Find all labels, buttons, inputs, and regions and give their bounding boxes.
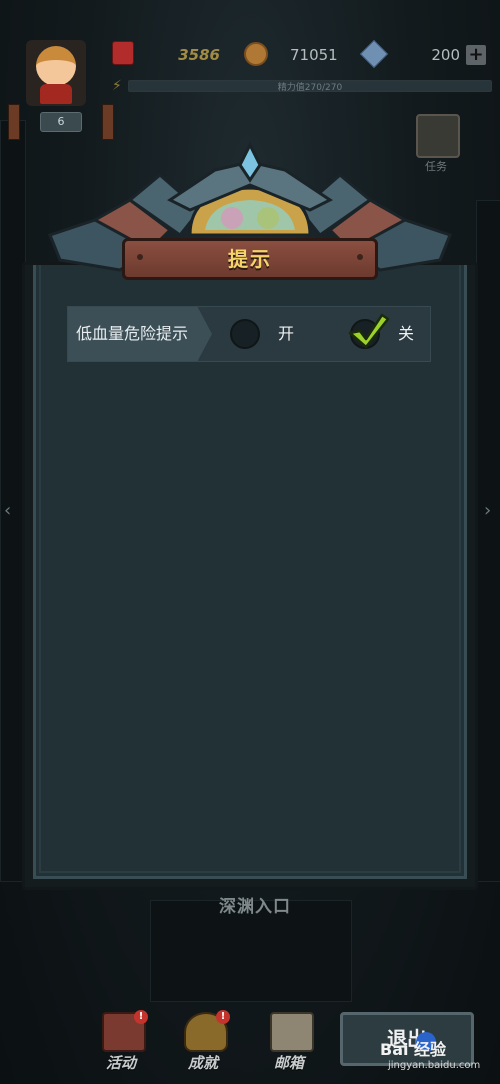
dialog-title: 提示 [228,247,272,271]
right-wall [476,200,500,882]
left-chevron-icon[interactable]: ‹ [4,500,11,521]
setting-label-plate: 低血量危险提示 [68,307,212,361]
avatar-head [36,46,76,86]
watermark-url: jingyan.baidu.com [388,1060,481,1071]
add-gems-button[interactable]: + [466,45,486,65]
option-off-label[interactable]: 关 [398,307,414,361]
player-level: 6 [40,112,82,132]
setting-label: 低血量危险提示 [76,324,189,343]
nav-label: 活动 [105,1054,136,1072]
gem-counter: 200 [431,46,460,64]
avatar-right-bracket [102,104,114,140]
option-off-radio[interactable] [348,313,390,349]
banner-rivet [137,254,143,260]
abyss-entrance-label: 深渊入口 [219,897,291,917]
low-hp-warning-setting-row: 低血量危险提示 开 关 [67,306,431,362]
energy-bar: 精力值270/270 [128,80,492,93]
nav-label: 邮箱 [273,1054,304,1072]
avatar-body [40,84,72,104]
nav-label: 成就 [187,1054,218,1072]
energy-bolt-icon: ⚡ [112,78,122,94]
dialog-title-banner: 提示 [122,238,378,280]
coin-icon [244,42,268,66]
coin-counter: 71051 [290,46,338,64]
banner-rivet [357,254,363,260]
notification-badge: ! [216,1010,230,1024]
baidu-watermark: Bai 经验 jingyan.baidu.com [378,1032,498,1078]
player-avatar[interactable] [26,40,86,106]
right-chevron-icon[interactable]: › [484,500,491,521]
nav-mail[interactable]: 邮箱 [254,1008,324,1078]
check-mark-icon [348,313,390,349]
top-hud: 6 3586 71051 200 + ⚡ 精力值270/270 [0,0,500,140]
avatar-left-bracket [8,104,20,140]
notification-badge: ! [134,1010,148,1024]
rank-badge-icon [112,41,134,65]
gold-counter: 3586 [178,46,220,64]
nav-achievement[interactable]: ! 成就 [168,1008,238,1078]
mail-icon [270,1012,314,1052]
energy-text: 精力值270/270 [277,83,343,93]
nav-activity[interactable]: ! 活动 [86,1008,156,1078]
option-on-radio[interactable] [230,319,260,349]
option-on-label[interactable]: 开 [278,307,294,361]
watermark-main-text: Bai 经验 [380,1040,447,1059]
